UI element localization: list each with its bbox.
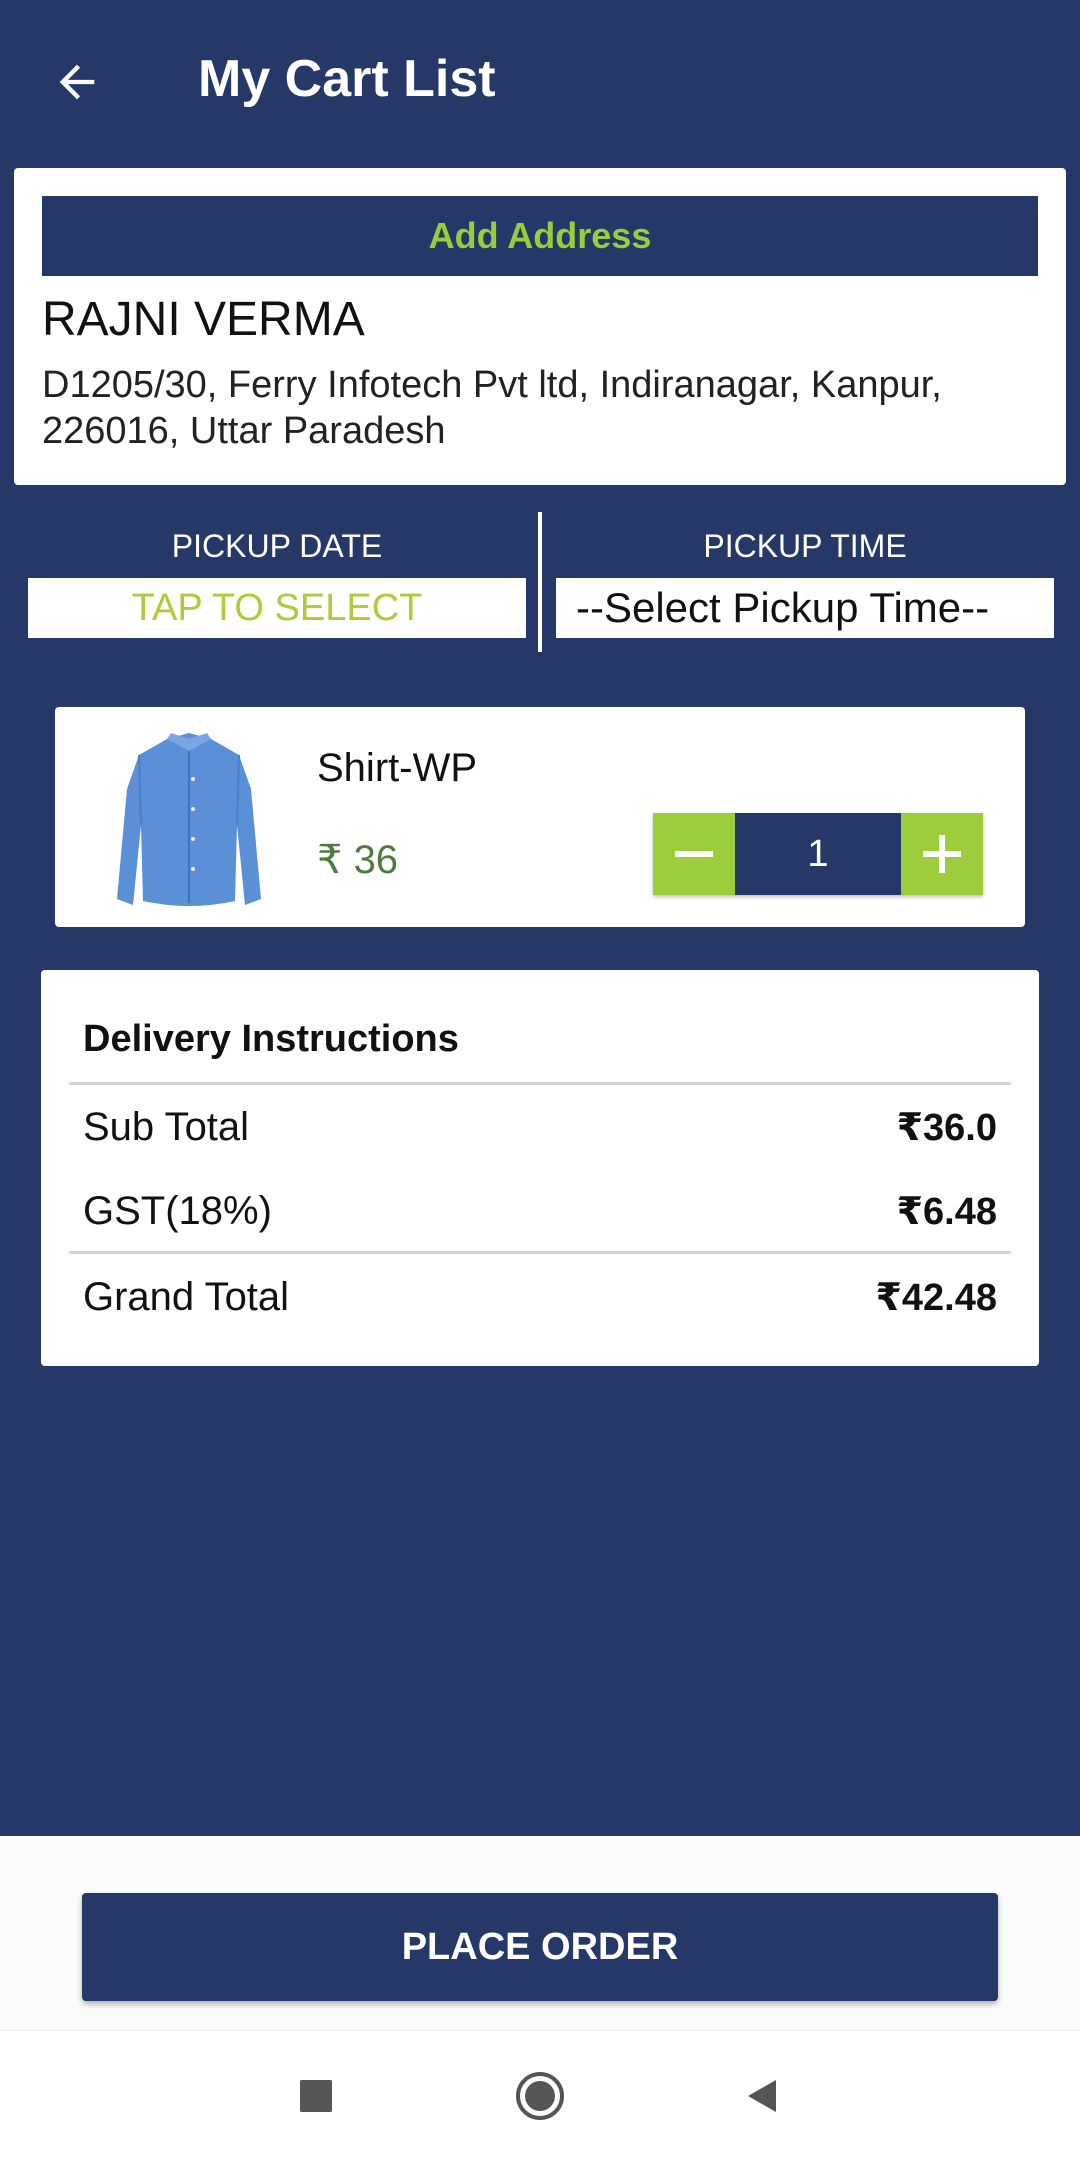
app-screen: My Cart List Add Address RAJNI VERMA D12… [0, 0, 1080, 1836]
back-button[interactable] [40, 45, 114, 119]
quantity-stepper: 1 [653, 813, 983, 895]
pickup-time-select[interactable]: --Select Pickup Time-- [556, 578, 1054, 638]
delivery-instructions-title: Delivery Instructions [83, 1018, 459, 1060]
pickup-time-section: PICKUP TIME --Select Pickup Time-- [556, 512, 1054, 642]
sub-total-label: Sub Total [83, 1104, 250, 1149]
minus-icon [675, 851, 713, 857]
gst-label: GST(18%) [83, 1188, 272, 1233]
shirt-icon [111, 729, 267, 913]
gst-row: GST(18%) ₹6.48 [83, 1181, 997, 1241]
system-navigation-bar [0, 2030, 1080, 2160]
pickup-date-label: PICKUP DATE [171, 528, 383, 564]
address-line-1: D1205/30, Ferry Infotech Pvt ltd, Indira… [42, 364, 942, 406]
sub-total-row: Sub Total ₹36.0 [83, 1097, 997, 1157]
pickup-date-section: PICKUP DATE TAP TO SELECT [28, 512, 526, 642]
place-order-button[interactable]: PLACE ORDER [82, 1893, 998, 2001]
summary-divider [69, 1082, 1011, 1085]
recents-button[interactable] [286, 2066, 346, 2126]
item-name: Shirt-WP [317, 746, 477, 790]
cart-item-card: Shirt-WP ₹ 36 1 [55, 707, 1025, 927]
arrow-left-icon [59, 64, 95, 100]
quantity-value: 1 [735, 813, 901, 895]
address-card: Add Address RAJNI VERMA D1205/30, Ferry … [14, 168, 1066, 485]
circle-icon [516, 2072, 564, 2120]
page-title: My Cart List [198, 50, 496, 108]
address-line-2: 226016, Uttar Paradesh [42, 410, 446, 452]
pickup-divider [538, 512, 542, 652]
toolbar: My Cart List [0, 0, 1080, 160]
sub-total-value: ₹36.0 [896, 1106, 997, 1149]
grand-total-label: Grand Total [83, 1274, 290, 1319]
summary-divider [69, 1251, 1011, 1254]
square-icon [300, 2080, 332, 2112]
grand-total-row: Grand Total ₹42.48 [83, 1267, 997, 1327]
grand-total-value: ₹42.48 [875, 1276, 997, 1319]
decrease-quantity-button[interactable] [653, 813, 735, 895]
pickup-time-label: PICKUP TIME [703, 528, 907, 564]
order-summary-card: Delivery Instructions Sub Total ₹36.0 GS… [41, 970, 1039, 1366]
pickup-date-field[interactable]: TAP TO SELECT [28, 578, 526, 638]
nav-back-button[interactable] [732, 2066, 792, 2126]
add-address-button[interactable]: Add Address [42, 196, 1038, 276]
triangle-back-icon [748, 2080, 776, 2112]
plus-icon [923, 835, 961, 873]
gst-value: ₹6.48 [896, 1190, 997, 1233]
increase-quantity-button[interactable] [901, 813, 983, 895]
address-name: RAJNI VERMA [42, 293, 365, 346]
bottom-action-bar: PLACE ORDER [0, 1836, 1080, 2030]
item-price: ₹ 36 [317, 838, 399, 882]
home-button[interactable] [510, 2066, 570, 2126]
